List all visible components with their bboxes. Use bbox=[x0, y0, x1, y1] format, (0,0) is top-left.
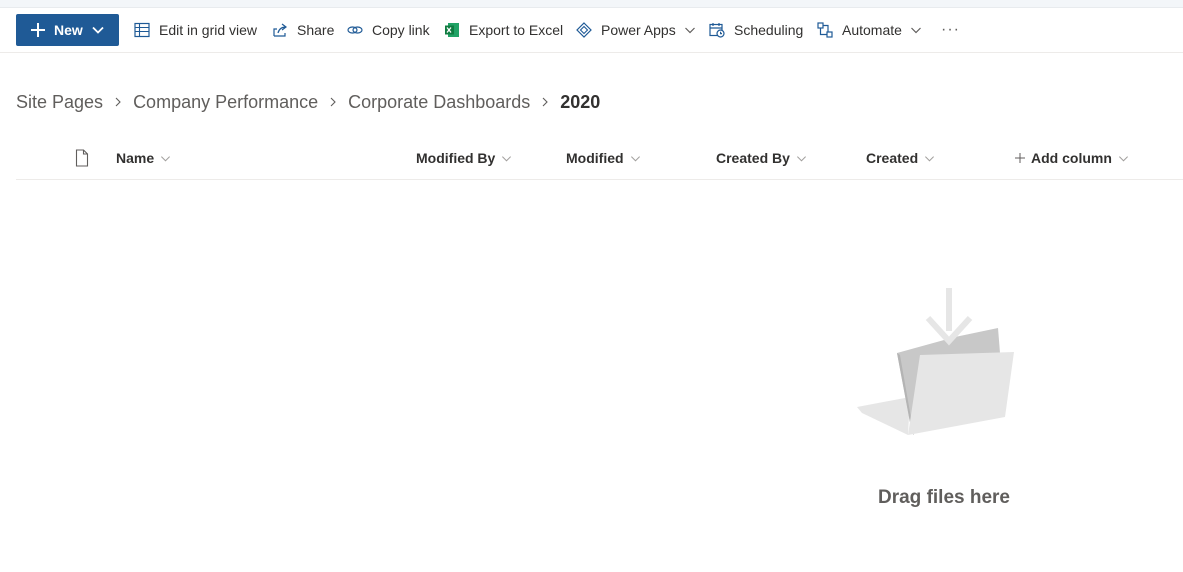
column-header-modified[interactable]: Modified bbox=[566, 147, 641, 169]
column-header-name[interactable]: Name bbox=[116, 147, 171, 169]
edit-grid-view-button[interactable]: Edit in grid view bbox=[134, 14, 257, 46]
chevron-down-icon bbox=[911, 27, 921, 34]
column-header-label: Created By bbox=[716, 150, 790, 166]
breadcrumb-current: 2020 bbox=[560, 91, 601, 112]
column-header-label: Modified By bbox=[416, 150, 496, 166]
more-options-button[interactable]: ··· bbox=[941, 14, 960, 46]
flow-icon bbox=[817, 22, 833, 38]
calendar-clock-icon bbox=[709, 23, 725, 38]
column-header-modified-by[interactable]: Modified By bbox=[416, 147, 512, 169]
add-column-label: Add column bbox=[1031, 150, 1112, 166]
power-apps-button[interactable]: Power Apps bbox=[576, 14, 696, 46]
share-label: Share bbox=[297, 22, 335, 38]
chevron-down-icon bbox=[925, 155, 935, 162]
breadcrumb-item[interactable]: Site Pages bbox=[16, 92, 103, 113]
chevron-down-icon bbox=[630, 155, 640, 162]
share-icon bbox=[273, 23, 287, 37]
breadcrumb-item[interactable]: Company Performance bbox=[133, 92, 318, 113]
scheduling-label: Scheduling bbox=[734, 22, 804, 38]
plus-icon bbox=[1015, 153, 1025, 163]
chevron-right-icon bbox=[330, 97, 336, 107]
powerapps-icon bbox=[576, 22, 592, 38]
chevron-down-icon bbox=[161, 155, 171, 162]
column-header-label: Modified bbox=[566, 150, 624, 166]
plus-icon bbox=[31, 23, 45, 37]
command-bar: New Edit in grid view Share Copy link Ex… bbox=[0, 8, 1183, 53]
excel-icon bbox=[445, 23, 459, 37]
power-apps-label: Power Apps bbox=[601, 22, 676, 38]
column-header-created[interactable]: Created bbox=[866, 147, 935, 169]
column-header-created-by[interactable]: Created By bbox=[716, 147, 807, 169]
grid-icon bbox=[134, 22, 150, 38]
chevron-down-icon bbox=[684, 27, 695, 34]
new-button[interactable]: New bbox=[16, 14, 119, 46]
empty-folder-illustration bbox=[857, 288, 1014, 435]
breadcrumb-item[interactable]: Corporate Dashboards bbox=[348, 92, 530, 113]
breadcrumb: Site Pages Company Performance Corporate… bbox=[16, 90, 600, 114]
document-icon bbox=[75, 149, 89, 167]
edit-grid-view-label: Edit in grid view bbox=[159, 22, 258, 38]
top-strip bbox=[0, 0, 1183, 8]
more-options-label: ··· bbox=[941, 21, 960, 38]
new-button-label: New bbox=[54, 22, 83, 38]
chevron-down-icon bbox=[502, 155, 512, 162]
chevron-down-icon bbox=[92, 26, 104, 34]
share-button[interactable]: Share bbox=[272, 14, 334, 46]
scheduling-button[interactable]: Scheduling bbox=[709, 14, 803, 46]
chevron-down-icon bbox=[796, 155, 806, 162]
automate-label: Automate bbox=[842, 22, 902, 38]
column-header-label: Name bbox=[116, 150, 155, 166]
empty-state-message: Drag files here bbox=[878, 487, 1010, 508]
copy-link-button[interactable]: Copy link bbox=[347, 14, 430, 46]
chevron-right-icon bbox=[542, 97, 549, 107]
chevron-down-icon bbox=[1118, 155, 1128, 162]
chevron-right-icon bbox=[115, 97, 121, 107]
file-type-header[interactable] bbox=[74, 147, 90, 169]
copy-link-label: Copy link bbox=[372, 22, 430, 38]
link-icon bbox=[347, 26, 363, 34]
automate-button[interactable]: Automate bbox=[817, 14, 922, 46]
column-header-label: Created bbox=[866, 150, 919, 166]
add-column-button[interactable]: Add column bbox=[1015, 147, 1129, 169]
export-excel-button[interactable]: Export to Excel bbox=[444, 14, 563, 46]
export-excel-label: Export to Excel bbox=[469, 22, 564, 38]
header-divider bbox=[16, 179, 1183, 180]
